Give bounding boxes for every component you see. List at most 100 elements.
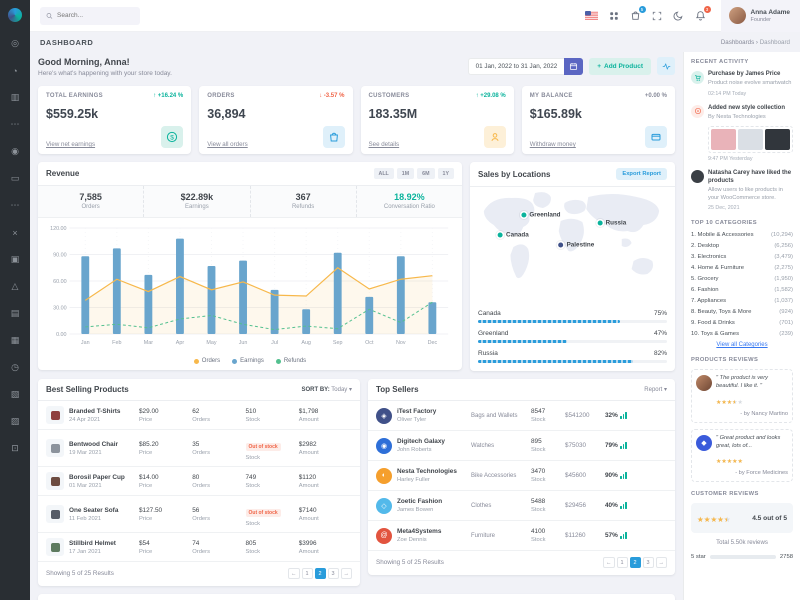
category-name[interactable]: 4. Home & Furniture <box>691 265 744 271</box>
product-name-link[interactable]: Bentwood Chair <box>69 441 139 448</box>
widgets-icon[interactable]: × <box>0 219 30 246</box>
revenue-tab-6m[interactable]: 6M <box>417 168 434 179</box>
cart-icon[interactable]: 5 <box>630 10 641 21</box>
product-name-link[interactable]: Borosil Paper Cup <box>69 474 139 481</box>
revenue-tab-1m[interactable]: 1M <box>397 168 414 179</box>
app-logo-icon[interactable] <box>0 0 30 30</box>
map-pin-icon <box>521 212 526 217</box>
seller-company-link[interactable]: Meta4Systems <box>397 528 471 535</box>
notifications-bell-icon[interactable]: 3 <box>695 10 706 21</box>
category-count: (239) <box>779 331 793 337</box>
add-product-button[interactable]: + Add Product <box>589 58 651 75</box>
calendar-button[interactable] <box>564 58 583 75</box>
category-name[interactable]: 8. Beauty, Toys & More <box>691 309 751 315</box>
category-name[interactable]: 6. Fashion <box>691 287 719 293</box>
category-name[interactable]: 9. Food & Drinks <box>691 320 735 326</box>
cell-value: $7140 <box>299 507 352 514</box>
seller-category: Clothes <box>471 503 531 509</box>
page-button-←[interactable]: ← <box>288 568 300 579</box>
revenue-tab-1y[interactable]: 1Y <box>438 168 454 179</box>
view-all-categories-link[interactable]: View all Categories <box>691 342 793 348</box>
layouts-icon[interactable]: ▥ <box>0 84 30 111</box>
page-button-2[interactable]: 2 <box>315 568 326 579</box>
fullscreen-icon[interactable] <box>652 11 662 21</box>
page-button-3[interactable]: 3 <box>643 557 654 568</box>
seller-company-link[interactable]: iTest Factory <box>397 408 471 415</box>
language-flag-icon[interactable] <box>585 11 598 20</box>
date-range-input[interactable]: 01 Jan, 2022 to 31 Jan, 2022 <box>468 58 565 75</box>
dashboards-icon[interactable]: ◎ <box>0 30 30 57</box>
cell-label: Price <box>139 483 192 489</box>
product-name-link[interactable]: Stillbird Helmet <box>69 540 139 547</box>
product-date: 19 Mar 2021 <box>69 450 139 456</box>
tables-icon[interactable]: ▦ <box>0 327 30 354</box>
seller-percent: 90% <box>605 472 627 479</box>
apps-icon[interactable]: ◔ <box>0 57 30 84</box>
category-name[interactable]: 10. Toys & Games <box>691 331 739 337</box>
page-button-←[interactable]: ← <box>603 557 615 568</box>
category-name[interactable]: 7. Appliances <box>691 298 726 304</box>
stat-delta: ↑ +16.24 % <box>153 93 183 99</box>
seller-company-link[interactable]: Digitech Galaxy <box>397 438 471 445</box>
sort-by-dropdown[interactable]: SORT BY: Today ▾ <box>302 386 353 393</box>
bar-chart-icon <box>620 442 627 449</box>
seller-company-link[interactable]: Nesta Technologies <box>397 468 471 475</box>
location-row-russia: Russia82% <box>478 350 667 363</box>
landing-icon[interactable]: ▭ <box>0 165 30 192</box>
product-name-link[interactable]: One Seater Sofa <box>69 507 139 514</box>
breadcrumb-parent[interactable]: Dashboards <box>721 39 754 46</box>
category-name[interactable]: 5. Grocery <box>691 276 719 282</box>
category-name[interactable]: 2. Desktop <box>691 243 719 249</box>
report-dropdown[interactable]: Report ▾ <box>644 386 667 393</box>
apps-grid-icon[interactable] <box>609 11 619 21</box>
product-date: 17 Jan 2021 <box>69 549 139 555</box>
revenue-tab-all[interactable]: ALL <box>374 168 394 179</box>
charts-icon[interactable]: ◷ <box>0 354 30 381</box>
page-button-1[interactable]: 1 <box>617 557 628 568</box>
multilevel-icon[interactable]: ⊡ <box>0 435 30 462</box>
dollar-icon: $ <box>161 126 183 148</box>
revenue-stat: 7,585Orders <box>38 186 144 217</box>
revenue-stat-label: Earnings <box>146 204 247 210</box>
stat-delta: ↑ +29.08 % <box>476 93 506 99</box>
svg-text:Jan: Jan <box>81 340 90 346</box>
product-thumbnail <box>46 538 64 556</box>
stat-link[interactable]: Withdraw money <box>530 141 576 148</box>
seller-logo: ◐ <box>376 468 392 484</box>
score-text: 4.5 out of 5 <box>752 515 787 522</box>
export-report-button[interactable]: Export Report <box>616 168 667 180</box>
cell-label: Amount <box>299 516 352 522</box>
forms-icon[interactable]: ▤ <box>0 300 30 327</box>
activity-pulse-button[interactable] <box>657 57 675 75</box>
maps-icon[interactable]: ▨ <box>0 408 30 435</box>
stat-link[interactable]: See details <box>369 141 400 148</box>
seller-company-link[interactable]: Zoetic Fashion <box>397 498 471 505</box>
search-input[interactable] <box>40 7 140 25</box>
auth-icon[interactable]: ◉ <box>0 138 30 165</box>
base-ui-icon[interactable]: ▣ <box>0 246 30 273</box>
pages-menu-icon[interactable]: ⋯ <box>0 111 30 138</box>
category-row: 6. Fashion(1,582) <box>691 287 793 293</box>
page-button-1[interactable]: 1 <box>302 568 313 579</box>
page-button-→[interactable]: → <box>341 568 353 579</box>
dark-mode-moon-icon[interactable] <box>673 10 684 21</box>
product-name-link[interactable]: Branded T-Shirts <box>69 408 139 415</box>
revenue-stat-label: Conversation Ratio <box>359 204 460 210</box>
icons-icon[interactable]: ▧ <box>0 381 30 408</box>
page-button-2[interactable]: 2 <box>630 557 641 568</box>
category-name[interactable]: 3. Electronics <box>691 254 726 260</box>
advance-ui-icon[interactable]: △ <box>0 273 30 300</box>
more-icon[interactable]: ⋯ <box>0 192 30 219</box>
category-name[interactable]: 1. Mobile & Accessories <box>691 232 754 238</box>
stat-link[interactable]: View net earnings <box>46 141 95 148</box>
category-count: (3,479) <box>774 254 793 260</box>
stat-link[interactable]: View all orders <box>207 141 247 148</box>
page-button-→[interactable]: → <box>656 557 668 568</box>
wallet-icon <box>645 126 667 148</box>
activity-time: 25 Dec, 2021 <box>708 205 793 211</box>
cell-value: 510 <box>246 408 299 415</box>
page-button-3[interactable]: 3 <box>328 568 339 579</box>
svg-text:120.00: 120.00 <box>50 226 66 232</box>
top-sellers-results-count: Showing 5 of 25 Results <box>376 559 444 566</box>
user-menu[interactable]: Anna Adame Founder <box>721 0 800 32</box>
